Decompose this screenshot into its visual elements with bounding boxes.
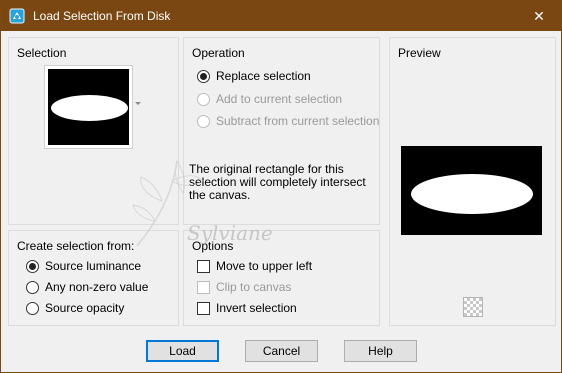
checkbox-label: Invert selection [216, 301, 297, 315]
radio-add-selection: Add to current selection [197, 92, 342, 106]
chevron-down-icon[interactable] [135, 102, 141, 105]
cancel-button[interactable]: Cancel [245, 340, 318, 362]
radio-button[interactable] [26, 259, 39, 273]
radio-source-opacity[interactable]: Source opacity [26, 301, 124, 315]
preview-canvas [401, 146, 542, 235]
close-button[interactable]: ✕ [517, 1, 561, 31]
checkbox-label: Clip to canvas [216, 280, 292, 294]
load-button[interactable]: Load [146, 340, 219, 362]
preview-ellipse [411, 174, 533, 214]
radio-button [197, 114, 210, 128]
radio-label: Replace selection [216, 69, 311, 83]
checkbox[interactable] [197, 259, 210, 273]
selection-group-label: Selection [17, 46, 67, 60]
preview-group-label: Preview [398, 46, 441, 60]
radio-button[interactable] [26, 301, 39, 315]
radio-label: Source opacity [45, 301, 125, 315]
radio-subtract-selection: Subtract from current selection [197, 114, 379, 128]
app-icon [9, 8, 25, 24]
radio-label: Source luminance [45, 259, 142, 273]
radio-button[interactable] [197, 69, 210, 83]
window-title: Load Selection From Disk [33, 9, 171, 23]
checkbox-invert-selection[interactable]: Invert selection [197, 301, 297, 315]
watermark-text: Sylviane [187, 221, 273, 245]
radio-any-nonzero[interactable]: Any non-zero value [26, 280, 148, 294]
radio-button [197, 92, 210, 106]
close-icon: ✕ [533, 7, 545, 24]
radio-label: Subtract from current selection [216, 114, 380, 128]
selection-ellipse [51, 95, 128, 121]
checkbox-clip-to-canvas: Clip to canvas [197, 280, 291, 294]
transparency-checker-icon[interactable] [463, 297, 483, 317]
radio-replace-selection[interactable]: Replace selection [197, 69, 311, 83]
selection-file-picker[interactable] [44, 65, 133, 149]
checkbox-move-upper-left[interactable]: Move to upper left [197, 259, 312, 273]
operation-group-label: Operation [192, 46, 245, 60]
checkbox-label: Move to upper left [216, 259, 313, 273]
load-selection-dialog: Load Selection From Disk ✕ Selection Ope… [0, 0, 562, 373]
checkbox [197, 280, 210, 294]
checkbox[interactable] [197, 301, 210, 315]
radio-button[interactable] [26, 280, 39, 294]
radio-label: Any non-zero value [45, 280, 149, 294]
radio-label: Add to current selection [216, 92, 343, 106]
selection-thumbnail [48, 69, 129, 145]
radio-source-luminance[interactable]: Source luminance [26, 259, 141, 273]
title-bar: Load Selection From Disk ✕ [1, 1, 561, 31]
help-button[interactable]: Help [344, 340, 417, 362]
